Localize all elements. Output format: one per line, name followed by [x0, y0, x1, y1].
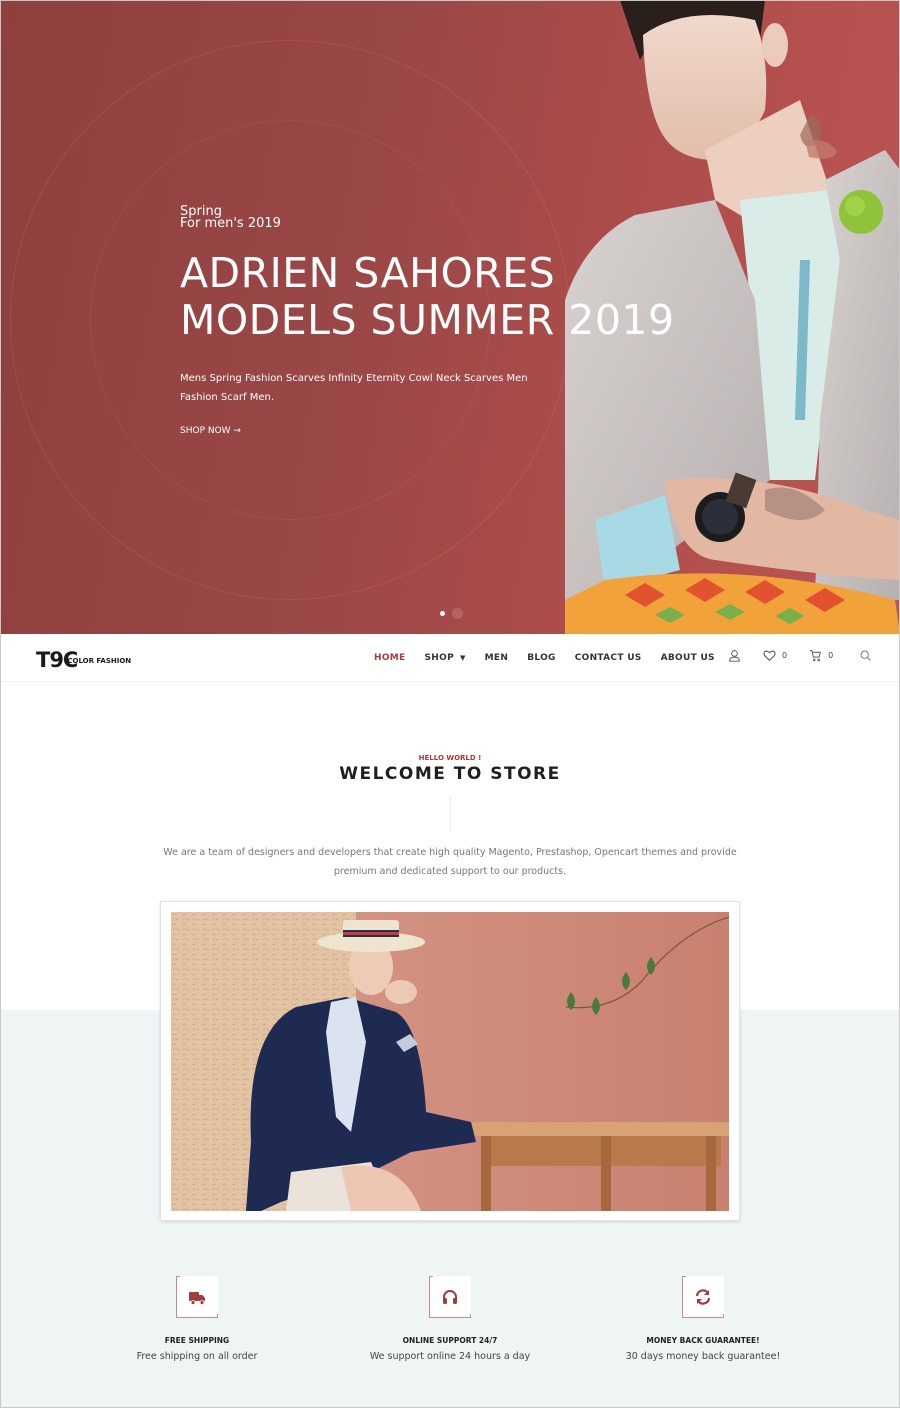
search-button[interactable]: [859, 649, 872, 662]
featured-photo-frame: [160, 901, 740, 1221]
nav-men[interactable]: MEN: [485, 653, 509, 663]
hero-title-line: ADRIEN SAHORES: [180, 249, 556, 297]
feature-online-support: ONLINE SUPPORT 24/7 We support online 24…: [350, 1276, 550, 1362]
hero-slider: Spring For men's 2019 ADRIEN SAHORES MOD…: [0, 0, 900, 634]
feature-description: 30 days money back guarantee!: [625, 1351, 781, 1362]
headphones-icon: [443, 1290, 457, 1304]
site-header: T9C COLOR FASHION HOME SHOP ▼ MEN BLOG C…: [0, 634, 900, 682]
slider-dot-1[interactable]: [437, 608, 448, 619]
welcome-title: WELCOME TO STORE: [339, 764, 561, 784]
feature-description: We support online 24 hours a day: [369, 1351, 531, 1362]
nav-about-us[interactable]: ABOUT US: [661, 653, 715, 663]
search-icon: [860, 650, 871, 661]
feature-icon-box: [429, 1276, 471, 1318]
slider-dot-2[interactable]: [452, 608, 463, 619]
hero-title: ADRIEN SAHORES MODELS SUMMER 2019: [180, 250, 675, 344]
logo-text: COLOR FASHION: [67, 657, 132, 665]
hero-eyebrow: Spring For men's 2019: [180, 205, 675, 231]
main-nav: HOME SHOP ▼ MEN BLOG CONTACT US ABOUT US: [374, 653, 734, 663]
nav-shop[interactable]: SHOP ▼: [425, 653, 466, 663]
cart-count: 0: [828, 651, 834, 660]
feature-title: MONEY BACK GUARANTEE!: [646, 1336, 760, 1345]
feature-description: Free shipping on all order: [136, 1351, 258, 1362]
shop-now-link[interactable]: SHOP NOW →: [180, 426, 241, 436]
account-button[interactable]: [728, 649, 741, 662]
header-actions: 0 0: [728, 649, 872, 662]
feature-icon-box: [176, 1276, 218, 1318]
feature-title: ONLINE SUPPORT 24/7: [402, 1336, 498, 1345]
feature-free-shipping: FREE SHIPPING Free shipping on all order: [97, 1276, 297, 1362]
feature-title: FREE SHIPPING: [164, 1336, 230, 1345]
feature-money-back: MONEY BACK GUARANTEE! 30 days money back…: [603, 1276, 803, 1362]
site-logo[interactable]: T9C COLOR FASHION: [36, 648, 131, 672]
featured-model-image: [171, 912, 729, 1211]
hero-eyebrow-line: For men's 2019: [180, 216, 281, 231]
welcome-eyebrow: HELLO WORLD !: [418, 754, 482, 762]
nav-contact-us[interactable]: CONTACT US: [575, 653, 642, 663]
nav-blog[interactable]: BLOG: [527, 653, 556, 663]
heart-icon: [763, 650, 776, 662]
cart-icon: [809, 650, 822, 662]
slider-pagination: [437, 608, 463, 619]
hero-description: Mens Spring Fashion Scarves Infinity Ete…: [180, 373, 528, 403]
nav-home[interactable]: HOME: [374, 653, 406, 663]
divider: [450, 796, 451, 832]
hero-caption: Spring For men's 2019 ADRIEN SAHORES MOD…: [180, 205, 675, 438]
cart-button[interactable]: 0: [809, 649, 833, 662]
hero-title-line: MODELS SUMMER 2019: [180, 296, 675, 344]
feature-icon-box: [682, 1276, 724, 1318]
wishlist-button[interactable]: 0: [763, 649, 787, 662]
truck-icon: [189, 1292, 205, 1305]
chevron-down-icon: ▼: [459, 654, 466, 662]
nav-shop-label: SHOP: [424, 653, 454, 663]
welcome-description: We are a team of designers and developer…: [163, 847, 737, 877]
user-icon: [729, 650, 740, 662]
refresh-icon: [695, 1289, 711, 1305]
wishlist-count: 0: [782, 651, 788, 660]
